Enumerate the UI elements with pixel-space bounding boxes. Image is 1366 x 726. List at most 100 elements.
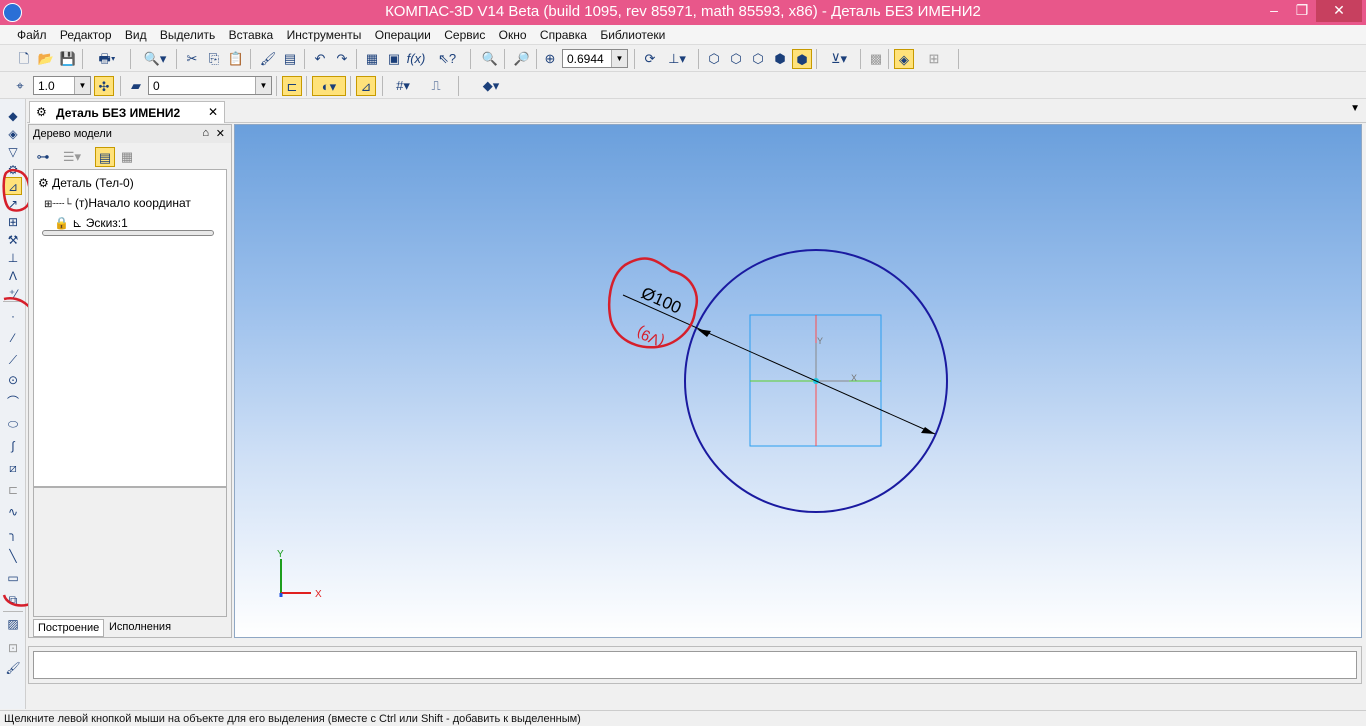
paste-icon[interactable]: 📋 [226, 49, 246, 69]
tree-view-mode-icon[interactable]: ☰▾ [57, 147, 87, 167]
pin-icon[interactable]: ⌂ [202, 127, 209, 139]
grid-icon[interactable]: #▾ [388, 76, 418, 96]
hidden-thin-icon[interactable]: ⬡ [748, 49, 768, 69]
orthogonal-mode-icon[interactable]: ⊏ [282, 76, 302, 96]
tab-build[interactable]: Построение [33, 619, 105, 637]
status-text: Щелкните левой кнопкой мыши на объекте д… [4, 713, 581, 725]
menu-select[interactable]: Выделить [155, 25, 220, 42]
chevron-down-icon[interactable]: ▼ [611, 50, 627, 67]
zoom-window-icon[interactable]: 🔍 [480, 49, 500, 69]
tree-node-sketch[interactable]: 🔒 ⊾ Эскиз:1 [54, 216, 128, 230]
tab-close-icon[interactable]: ✕ [208, 105, 218, 119]
window-title: КОМПАС-3D V14 Beta (build 1095, rev 8597… [385, 3, 981, 20]
properties-icon[interactable]: ▤ [280, 49, 300, 69]
open-icon[interactable]: 📂 [36, 49, 56, 69]
variables-fx-icon[interactable]: f(x) [406, 49, 426, 69]
menu-insert[interactable]: Вставка [224, 25, 279, 42]
zoom-value: 0.6944 [567, 52, 604, 66]
tab-document-label: Деталь БЕЗ ИМЕНИ2 [56, 106, 181, 120]
display-filter-icon[interactable]: ⊻▾ [822, 49, 856, 69]
rotate-icon[interactable]: ⟳ [640, 49, 660, 69]
tree-structure-icon[interactable]: ⊶ [33, 147, 53, 167]
section-icon[interactable]: ▩ [866, 49, 886, 69]
step-combo[interactable]: 1.0 ▼ [33, 76, 91, 95]
zoom-in-icon[interactable]: ⊕ [540, 49, 560, 69]
menu-view[interactable]: Вид [120, 25, 152, 42]
preview-icon[interactable]: 🔍▾ [138, 49, 172, 69]
tree-node-part[interactable]: ⚙ Деталь (Тел-0) [38, 176, 134, 190]
redo-icon[interactable]: ↷ [332, 49, 352, 69]
menu-libraries[interactable]: Библиотеки [595, 25, 670, 42]
snap-magnet-icon[interactable]: ◐▾ [312, 76, 346, 96]
menu-operations[interactable]: Операции [370, 25, 436, 42]
close-button[interactable]: ✕ [1316, 0, 1362, 22]
chevron-down-icon[interactable]: ▼ [74, 77, 90, 94]
hatch-icon[interactable]: ▨ [4, 615, 22, 633]
save-icon[interactable]: 💾 [58, 49, 78, 69]
menu-window[interactable]: Окно [494, 25, 532, 42]
tab-versions[interactable]: Исполнения [105, 619, 175, 635]
copy-icon[interactable]: ⎘ [204, 49, 224, 69]
cursor-step-icon[interactable]: ⌖ [10, 76, 30, 96]
parametric-mode-icon[interactable]: ⎍ [426, 76, 446, 96]
spatial-curves-icon[interactable]: ◈ [4, 125, 22, 143]
panel-close-icon[interactable]: ✕ [216, 127, 225, 140]
show-properties-icon[interactable]: ▦ [117, 147, 137, 167]
hidden-lines-icon[interactable]: ⬡ [726, 49, 746, 69]
part-icon: ⚙ [38, 176, 49, 190]
model-viewport[interactable]: Y X Ø100 (V9) Y X [234, 124, 1362, 638]
tree-node-origin[interactable]: ⊞┈┈└ (т)Начало координат [44, 196, 191, 210]
print-icon[interactable]: 🖶▾ [90, 49, 124, 69]
command-field[interactable] [33, 651, 1357, 679]
view-orientation-icon[interactable]: ◆▾ [474, 76, 508, 96]
manager-icon[interactable]: ▦ [362, 49, 382, 69]
tab-document[interactable]: ⚙ Деталь БЕЗ ИМЕНИ2 ✕ [29, 101, 225, 123]
cut-icon[interactable]: ✂ [182, 49, 202, 69]
origin-y-label: Y [817, 336, 823, 346]
menu-edit[interactable]: Редактор [55, 25, 117, 42]
sketch-view-icon[interactable]: ⊞ [924, 49, 944, 69]
paint-icon[interactable]: 🖌 [4, 659, 22, 677]
show-tree-icon[interactable]: ▤ [95, 147, 115, 167]
dimension-arrow-left [697, 329, 711, 337]
new-document-icon[interactable]: 🗋 [14, 49, 34, 69]
perspective-icon[interactable]: ◈ [894, 49, 914, 69]
layers-icon[interactable]: ▰ [126, 76, 146, 96]
menu-file[interactable]: Файл [12, 25, 52, 42]
edit-part-icon[interactable]: ◆ [4, 107, 22, 125]
chevron-down-icon[interactable]: ▼ [255, 77, 271, 94]
projection-icon[interactable]: ⊡ [4, 639, 22, 657]
panel-header: Дерево модели ⌂ ✕ [29, 125, 231, 143]
format-brush-icon[interactable]: 🖌 [258, 49, 278, 69]
zoom-combo[interactable]: 0.6944 ▼ [562, 49, 628, 68]
lock-icon: 🔒 [54, 216, 69, 230]
restore-button[interactable]: ❐ [1288, 0, 1316, 22]
local-snap-icon[interactable]: ⊿ [356, 76, 376, 96]
sketch-canvas[interactable]: Y X Ø100 (V9) Y X [235, 125, 1363, 639]
menu-bar: Файл Редактор Вид Выделить Вставка Инстр… [0, 25, 1366, 45]
minimize-button[interactable]: – [1260, 0, 1288, 22]
filter-icon[interactable]: ▽ [4, 143, 22, 161]
undo-icon[interactable]: ↶ [310, 49, 330, 69]
expand-icon[interactable]: ⊞┈┈└ [44, 199, 72, 210]
zoom-dynamic-icon[interactable]: 🔎 [512, 49, 532, 69]
menu-help[interactable]: Справка [535, 25, 592, 42]
halftone-icon[interactable]: ⬢ [770, 49, 790, 69]
end-of-tree-marker[interactable] [42, 230, 214, 236]
layer-combo[interactable]: 0 ▼ [148, 76, 272, 95]
wireframe-icon[interactable]: ⬡ [704, 49, 724, 69]
tree-node-label: Деталь (Тел-0) [52, 176, 134, 190]
document-tab-bar: ⚙ Деталь БЕЗ ИМЕНИ2 ✕ ▼ [27, 99, 1366, 123]
standard-toolbar: 🗋 📂 💾 🖶▾ 🔍▾ ✂ ⎘ 📋 🖌 ▤ ↶ ↷ ▦ ▣ f(x) ⇖? 🔍 … [0, 46, 1366, 72]
grid-snap-icon[interactable]: ✣ [94, 76, 114, 96]
status-bar: Щелкните левой кнопкой мыши на объекте д… [0, 710, 1366, 726]
help-pointer-icon[interactable]: ⇖? [434, 49, 460, 69]
menu-tools[interactable]: Инструменты [282, 25, 367, 42]
orientation-icon[interactable]: ⊥▾ [662, 49, 692, 69]
halftone-edges-icon[interactable]: ⬢ [792, 49, 812, 69]
tree-view: ⚙ Деталь (Тел-0) ⊞┈┈└ (т)Начало координа… [33, 169, 227, 487]
model-tree-panel: Дерево модели ⌂ ✕ ⊶ ☰▾ ▤ ▦ ⚙ Деталь (Тел… [28, 124, 232, 638]
library-icon[interactable]: ▣ [384, 49, 404, 69]
tabs-menu-chevron-icon[interactable]: ▼ [1350, 103, 1360, 114]
menu-service[interactable]: Сервис [439, 25, 490, 42]
